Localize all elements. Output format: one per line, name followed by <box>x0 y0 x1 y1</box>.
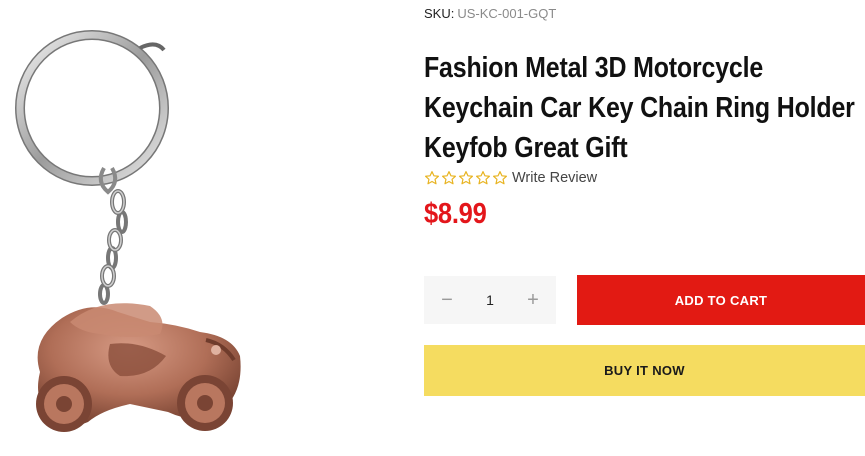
increase-quantity-button[interactable]: + <box>510 276 556 324</box>
write-review-link[interactable]: Write Review <box>512 170 597 186</box>
star-outline-icon[interactable] <box>424 170 440 186</box>
star-outline-icon[interactable] <box>475 170 491 186</box>
sku: SKU: US-KC-001-GQT <box>424 6 556 21</box>
decrease-quantity-button[interactable]: − <box>424 276 470 324</box>
quantity-stepper: − + <box>424 276 556 324</box>
quantity-input[interactable] <box>470 291 510 309</box>
rating: Write Review <box>424 170 597 186</box>
buy-it-now-button[interactable]: BUY IT NOW <box>424 345 865 396</box>
product-price: $8.99 <box>424 198 487 230</box>
add-to-cart-button[interactable]: ADD TO CART <box>577 275 865 325</box>
star-outline-icon[interactable] <box>441 170 457 186</box>
product-title: Fashion Metal 3D Motorcycle Keychain Car… <box>424 52 855 164</box>
star-outline-icon[interactable] <box>458 170 474 186</box>
star-outline-icon[interactable] <box>492 170 508 186</box>
sku-value: US-KC-001-GQT <box>457 6 557 21</box>
sku-label: SKU: <box>424 6 455 21</box>
product-image[interactable] <box>0 0 300 456</box>
star-rating[interactable] <box>424 170 508 186</box>
product-info: SKU: US-KC-001-GQT Fashion Metal 3D Motor… <box>424 0 865 456</box>
